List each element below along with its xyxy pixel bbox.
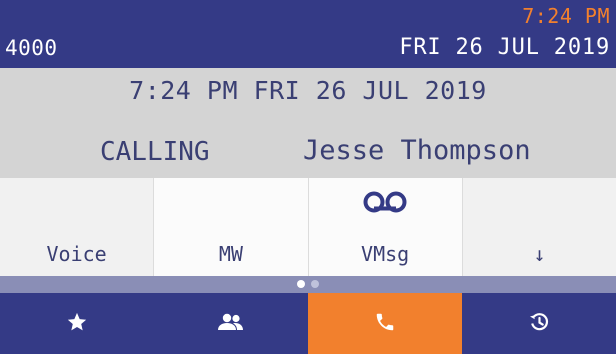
page-dots (0, 280, 616, 288)
nav-favorites-button[interactable] (0, 293, 154, 354)
softkey-mw[interactable]: MW (154, 178, 309, 276)
voicemail-icon (309, 190, 462, 218)
nav-contacts-button[interactable] (154, 293, 308, 354)
status-date: FRI 26 JUL 2019 (399, 35, 610, 60)
softkey-label: Voice (46, 242, 107, 266)
contacts-icon (216, 311, 246, 337)
down-arrow-icon: ↓ (533, 242, 546, 266)
status-time: 7:24 PM (522, 4, 610, 28)
nav-history-button[interactable] (462, 293, 616, 354)
extension-number: 4000 (5, 36, 58, 60)
status-bar: 4000 7:24 PM FRI 26 JUL 2019 (0, 0, 616, 68)
star-icon (66, 311, 88, 337)
call-datetime: 7:24 PM FRI 26 JUL 2019 (129, 76, 487, 105)
phone-screen: 4000 7:24 PM FRI 26 JUL 2019 7:24 PM FRI… (0, 0, 616, 354)
call-status-label: CALLING (100, 137, 210, 167)
softkey-voice[interactable]: Voice (0, 178, 155, 276)
softkey-label: VMsg (361, 242, 410, 266)
call-info-panel: 7:24 PM FRI 26 JUL 2019 CALLING Jesse Th… (0, 68, 616, 178)
softkey-label: MW (218, 242, 243, 266)
softkey-row: Voice MW VMsg ↓ (0, 178, 616, 276)
softkey-more[interactable]: ↓ (462, 178, 616, 276)
page-dot-active[interactable] (297, 280, 305, 288)
bottom-nav-bar (0, 293, 616, 354)
history-icon (527, 310, 551, 338)
softkey-vmsg[interactable]: VMsg (308, 178, 463, 276)
phone-icon (374, 311, 396, 337)
caller-name: Jesse Thompson (303, 135, 531, 166)
nav-calls-button[interactable] (308, 293, 462, 354)
page-dot[interactable] (311, 280, 319, 288)
page-indicator-strip (0, 276, 616, 293)
